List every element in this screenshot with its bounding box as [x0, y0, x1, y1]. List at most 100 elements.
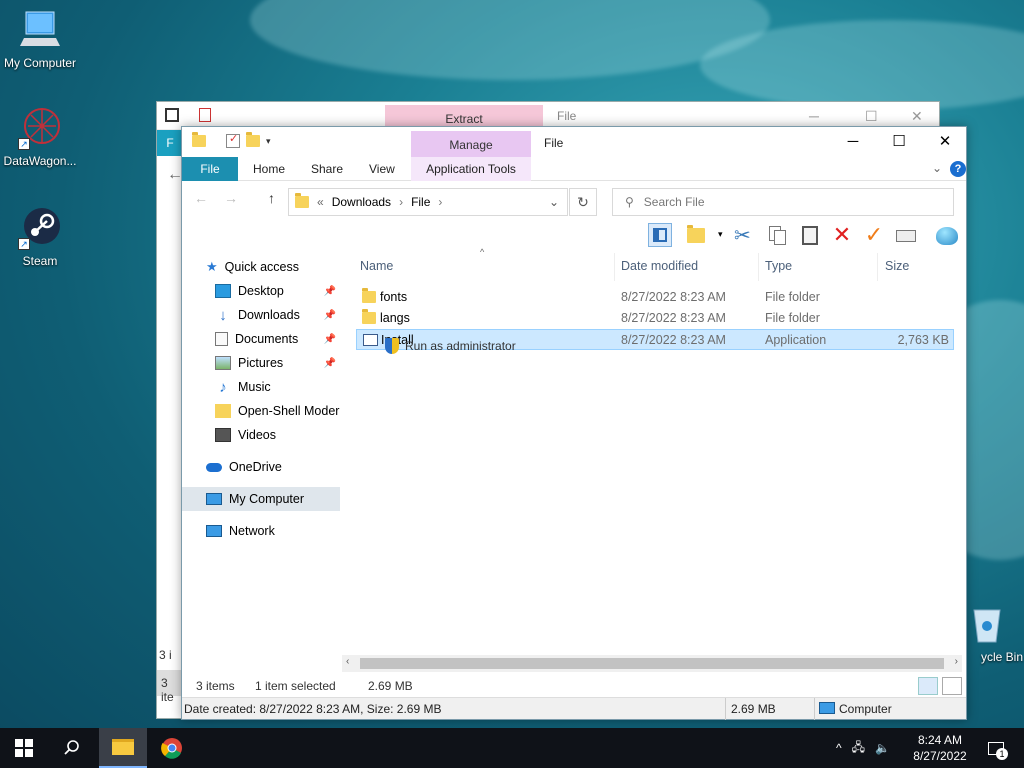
column-header-size[interactable]: Size — [885, 259, 909, 273]
delete-icon[interactable]: ✕ — [830, 223, 854, 247]
minimize-icon[interactable]: ─ — [809, 108, 819, 124]
properties-icon[interactable] — [894, 223, 918, 247]
new-folder-icon[interactable] — [246, 132, 260, 147]
nav-item-pictures[interactable]: Pictures 📌 — [182, 351, 340, 375]
breadcrumb-file[interactable]: File — [411, 195, 430, 209]
address-dropdown-icon[interactable]: ⌄ — [549, 195, 559, 209]
show-hidden-icons-icon[interactable]: ^ — [836, 741, 842, 755]
file-explorer-window[interactable]: ✓ ▾ Manage File ─ ☐ ✕ File Home Share Vi… — [181, 126, 967, 720]
properties-icon[interactable]: ✓ — [226, 133, 240, 148]
close-button[interactable]: ✕ — [922, 127, 968, 157]
expand-ribbon-icon[interactable]: ⌄ — [932, 161, 942, 175]
open-shell-icon[interactable] — [934, 223, 958, 247]
column-header-type[interactable]: Type — [765, 259, 792, 273]
large-icons-view-icon[interactable] — [942, 677, 962, 695]
windows-icon — [15, 739, 33, 757]
pin-icon: 📌 — [323, 357, 336, 369]
breadcrumb-overflow[interactable]: « — [317, 195, 324, 209]
quick-access-toolbar: ✓ ▾ — [192, 132, 271, 148]
help-icon[interactable]: ? — [950, 161, 966, 177]
nav-onedrive[interactable]: OneDrive — [182, 455, 340, 479]
horizontal-scrollbar[interactable]: ‹ › — [342, 655, 962, 672]
maximize-icon[interactable]: ☐ — [865, 108, 878, 125]
tab-file[interactable]: File — [182, 157, 238, 181]
search-placeholder: Search File — [643, 195, 705, 209]
nav-my-computer[interactable]: My Computer — [182, 487, 340, 511]
desktop-icon-datawagon[interactable]: ↗ DataWagon... — [0, 106, 80, 168]
cloud-icon — [206, 462, 222, 472]
views-dropdown-icon[interactable]: ▾ — [718, 229, 723, 240]
selection-info: 1 item selected — [255, 679, 336, 693]
notification-center-button[interactable]: 1 — [982, 728, 1010, 768]
nav-item-desktop[interactable]: Desktop 📌 — [182, 279, 340, 303]
music-note-icon: ♪ — [219, 378, 227, 396]
clock[interactable]: 8:24 AM 8/27/2022 — [908, 728, 972, 768]
file-list: ^ Name Date modified Type Size fonts 8/2… — [354, 247, 962, 663]
column-header-date[interactable]: Date modified — [621, 259, 698, 273]
folder-icon — [295, 193, 309, 208]
breadcrumb-downloads[interactable]: Downloads — [332, 195, 391, 209]
back-file-tab[interactable]: F — [157, 130, 183, 156]
address-bar-row: ← → ↑ « Downloads › File › ⌄ ↻ ⚲ Search … — [182, 181, 966, 219]
preview-pane-icon[interactable] — [648, 223, 672, 247]
nav-network[interactable]: Network — [182, 519, 340, 543]
forward-arrow-icon[interactable]: → — [224, 190, 238, 206]
rename-icon[interactable]: ✓ — [862, 223, 886, 247]
minimize-button[interactable]: ─ — [830, 127, 876, 157]
status-bar: 3 items 1 item selected 2.69 MB — [182, 675, 966, 697]
navigation-pane: ★ Quick access Desktop 📌 ↓ Downloads 📌 D… — [182, 253, 340, 653]
scroll-left-icon[interactable]: ‹ — [346, 656, 349, 667]
qat-dropdown-icon[interactable]: ▾ — [266, 136, 271, 147]
nav-item-downloads[interactable]: ↓ Downloads 📌 — [182, 303, 340, 327]
scroll-right-icon[interactable]: › — [955, 656, 958, 667]
chrome-taskbar-button[interactable] — [148, 728, 196, 768]
tab-view[interactable]: View — [359, 157, 405, 181]
videos-icon — [215, 428, 231, 442]
file-type: Application — [765, 333, 827, 347]
desktop-icon-steam[interactable]: ↗ Steam — [0, 206, 80, 268]
wallpaper-wave — [250, 0, 770, 80]
file-type: File folder — [765, 290, 820, 304]
tab-home[interactable]: Home — [243, 157, 295, 181]
column-header-name[interactable]: Name — [360, 259, 393, 273]
search-input[interactable]: ⚲ Search File — [612, 188, 954, 216]
file-row-langs[interactable]: langs 8/27/2022 8:23 AM File folder — [356, 308, 954, 329]
nav-quick-access[interactable]: ★ Quick access — [182, 255, 340, 279]
taskbar: ^ 🖧 🔈 8:24 AM 8/27/2022 1 — [0, 728, 1024, 768]
file-row-fonts[interactable]: fonts 8/27/2022 8:23 AM File folder — [356, 287, 954, 308]
cut-icon[interactable]: ✂ — [734, 223, 758, 247]
manage-tab[interactable]: Manage — [411, 131, 531, 157]
nav-item-music[interactable]: ♪ Music — [182, 375, 340, 399]
views-icon[interactable] — [687, 223, 711, 247]
download-arrow-icon: ↓ — [219, 306, 227, 324]
desktop-icon-my-computer[interactable]: My Computer — [0, 8, 80, 70]
tab-share[interactable]: Share — [301, 157, 353, 181]
back-arrow-icon[interactable]: ← — [194, 190, 208, 206]
properties-icon — [199, 108, 211, 122]
search-button[interactable] — [48, 728, 96, 768]
up-arrow-icon[interactable]: ↑ — [268, 190, 275, 206]
titlebar: ✓ ▾ Manage File ─ ☐ ✕ — [182, 127, 966, 157]
refresh-button[interactable]: ↻ — [569, 188, 597, 216]
nav-item-videos[interactable]: Videos — [182, 423, 340, 447]
copy-icon[interactable] — [766, 223, 790, 247]
tab-application-tools[interactable]: Application Tools — [411, 157, 531, 181]
volume-icon[interactable]: 🔈 — [875, 741, 890, 755]
details-info: Date created: 8/27/2022 8:23 AM, Size: 2… — [184, 702, 442, 716]
recycle-bin-icon — [964, 602, 1008, 646]
address-bar[interactable]: « Downloads › File › ⌄ — [288, 188, 568, 216]
network-tray-icon[interactable]: 🖧 — [852, 738, 865, 759]
paste-icon[interactable] — [798, 223, 822, 247]
documents-icon — [215, 332, 228, 346]
details-separator — [725, 698, 726, 720]
nav-item-documents[interactable]: Documents 📌 — [182, 327, 340, 351]
details-view-icon[interactable] — [918, 677, 938, 695]
close-icon[interactable]: ✕ — [911, 108, 923, 125]
classic-toolbar: ▾ ✂ ✕ ✓ — [182, 219, 966, 253]
maximize-button[interactable]: ☐ — [876, 127, 922, 157]
file-explorer-taskbar-button[interactable] — [99, 728, 147, 768]
nav-item-open-shell[interactable]: Open-Shell Modern — [182, 399, 340, 423]
start-button[interactable] — [0, 728, 48, 768]
scrollbar-thumb[interactable] — [360, 658, 944, 669]
run-as-admin-tooltip: Run as administrator — [385, 338, 516, 354]
